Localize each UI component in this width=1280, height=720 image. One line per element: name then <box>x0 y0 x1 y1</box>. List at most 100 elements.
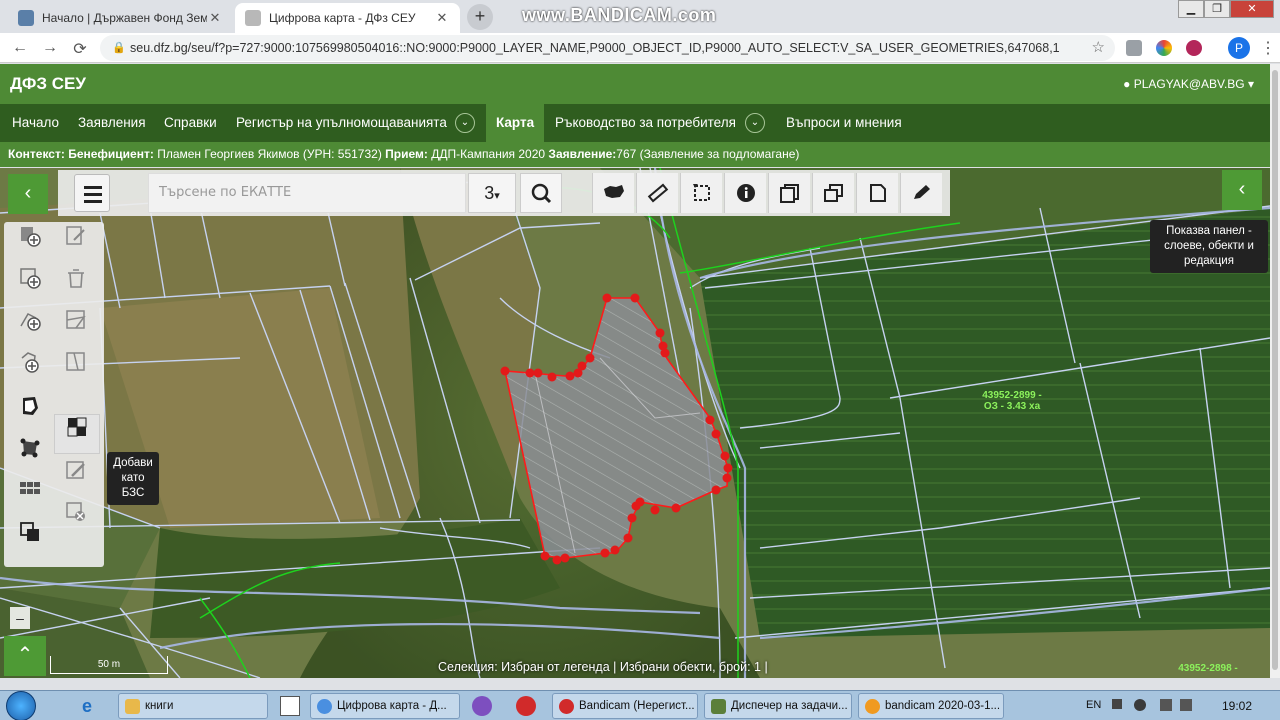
rotate-icon <box>692 184 710 201</box>
tray-arrow-icon[interactable] <box>1112 699 1122 709</box>
taskbar-item-bandicam-file[interactable]: bandicam 2020-03-1... <box>858 693 1004 719</box>
add-as-bzs-button[interactable] <box>56 458 96 494</box>
lock-icon: 🔒 <box>112 42 126 54</box>
layers-info-button[interactable] <box>768 173 810 213</box>
reload-button[interactable]: ⟳ <box>70 39 90 59</box>
back-button[interactable]: ← <box>10 39 30 57</box>
maximize-button[interactable]: ❐ <box>1204 0 1230 18</box>
info-button[interactable] <box>724 173 766 213</box>
tab-digital-map[interactable]: Цифрова карта - ДФз СЕУ ✕ <box>235 3 460 33</box>
bulgaria-map-button[interactable] <box>592 173 634 213</box>
split-button[interactable] <box>56 308 96 344</box>
address-bar[interactable]: 🔒 seu.dfz.bg/seu/f?p=727:9000:1075699805… <box>100 35 1115 61</box>
grid-button[interactable] <box>10 478 50 514</box>
add-hole-button[interactable] <box>10 350 50 386</box>
zoom-level-select[interactable]: 3▾ <box>468 173 516 213</box>
nav-item-questions[interactable]: Въпроси и мнения <box>776 104 912 142</box>
grid-icon <box>20 482 40 494</box>
overlap-button[interactable] <box>10 520 50 556</box>
nav-item-map[interactable]: Карта <box>486 104 544 142</box>
signal-icon[interactable] <box>1180 699 1192 711</box>
scroll-up-button[interactable]: ⌃ <box>4 636 46 676</box>
tab-home[interactable]: Начало | Държавен Фонд Земе ✕ <box>8 3 233 33</box>
pencil-icon <box>913 185 930 199</box>
shape-outline-icon <box>23 397 38 415</box>
edit-pencil-icon <box>66 226 85 245</box>
chevron-down-icon[interactable]: ⌄ <box>745 113 765 133</box>
forward-button[interactable]: → <box>40 39 60 57</box>
add-layer-icon <box>21 227 41 247</box>
network-icon[interactable] <box>1160 699 1172 711</box>
bandicam-watermark: www.BANDICAM.com <box>522 5 717 25</box>
edit-attributes-button[interactable] <box>56 224 96 260</box>
rotate-button[interactable] <box>680 173 722 213</box>
page-scrollbar[interactable] <box>1270 64 1280 678</box>
collapse-left-panel-button[interactable]: ‹ <box>8 174 48 214</box>
app-header: ДФЗ СЕУ ● PLAGYAK@ABV.BG ▾ <box>0 64 1270 104</box>
internet-explorer-icon[interactable]: e <box>82 696 102 716</box>
scrollbar-thumb[interactable] <box>1272 70 1278 670</box>
taskbar-item-books[interactable]: книги <box>118 693 268 719</box>
browser-menu-icon[interactable]: ⋮ <box>1260 38 1276 58</box>
satellite-map[interactable] <box>0 168 1270 678</box>
remove-bzs-button[interactable] <box>56 500 96 536</box>
brand-logo-text[interactable]: ДФЗ СЕУ <box>10 74 86 94</box>
taskbar-item-task-manager[interactable]: Диспечер на задачи... <box>704 693 852 719</box>
parcel-detail: ОЗ - 3.43 ха <box>983 401 1041 412</box>
tab-close-icon[interactable]: ✕ <box>207 10 223 26</box>
extension-icon[interactable] <box>1186 40 1202 56</box>
zoom-level-value: 3 <box>484 183 495 203</box>
close-window-button[interactable]: ✕ <box>1230 0 1274 18</box>
extension-icon[interactable] <box>1126 40 1142 56</box>
nav-item-authorizations[interactable]: Регистър на упълномощаванията <box>226 104 457 142</box>
map-toolbar: Търсене по ЕКАТТЕ 3▾ <box>58 170 950 216</box>
add-layer-button[interactable] <box>10 224 50 260</box>
dropbox-icon[interactable] <box>1134 699 1146 711</box>
zoom-out-button[interactable]: – <box>10 607 30 629</box>
delete-button[interactable] <box>56 266 96 302</box>
new-tab-button[interactable]: + <box>467 4 493 30</box>
map-canvas[interactable] <box>0 168 1270 678</box>
beneficiary-value: Пламен Георгиев Якимов (УРН: 551732) <box>157 147 382 161</box>
extension-icon[interactable] <box>1156 40 1172 56</box>
profile-avatar[interactable]: P <box>1228 37 1250 59</box>
show-panel-button[interactable]: ‹ <box>1222 170 1262 210</box>
user-menu[interactable]: ● PLAGYAK@ABV.BG ▾ <box>1123 77 1254 91</box>
ekatte-search-input[interactable]: Търсене по ЕКАТТЕ <box>148 173 466 213</box>
nav-item-applications[interactable]: Заявления <box>68 104 156 142</box>
clock[interactable]: 19:02 <box>1222 699 1252 713</box>
start-button[interactable] <box>6 691 46 720</box>
move-vertices-button[interactable] <box>10 436 50 472</box>
add-vertex-button[interactable] <box>10 308 50 344</box>
nav-item-user-guide[interactable]: Ръководство за потребителя <box>545 104 746 142</box>
viber-icon[interactable] <box>472 696 492 716</box>
measure-button[interactable] <box>636 173 678 213</box>
browser-tab-strip: Начало | Държавен Фонд Земе ✕ Цифрова ка… <box>0 0 1280 33</box>
copy-objects-button[interactable] <box>812 173 854 213</box>
union-button[interactable] <box>54 414 100 454</box>
browser-toolbar: ← → ⟳ 🔒 seu.dfz.bg/seu/f?p=727:9000:1075… <box>0 33 1280 63</box>
chevron-left-icon: ‹ <box>24 182 32 204</box>
drawing-toolbar <box>4 222 104 567</box>
nav-item-home[interactable]: Начало <box>2 104 69 142</box>
nav-item-reports[interactable]: Справки <box>154 104 227 142</box>
add-polygon-button[interactable] <box>10 266 50 302</box>
taskbar-item-chrome[interactable]: Цифрова карта - Д... <box>310 693 460 719</box>
search-button[interactable] <box>520 173 562 213</box>
bookmark-star-icon[interactable]: ☆ <box>1092 35 1105 61</box>
hamburger-menu-button[interactable] <box>74 174 110 212</box>
draw-shape-button[interactable] <box>10 394 50 430</box>
context-bar: Контекст: Бенефициент: Пламен Георгиев Я… <box>0 142 1270 167</box>
tab-close-icon[interactable]: ✕ <box>434 10 450 26</box>
calculator-icon[interactable] <box>280 696 300 716</box>
taskbar-item-bandicam[interactable]: Bandicam (Нерегист... <box>552 693 698 719</box>
minimize-button[interactable]: ▁ <box>1178 0 1204 18</box>
print-button[interactable] <box>856 173 898 213</box>
language-indicator[interactable]: EN <box>1086 699 1101 711</box>
bandicam-icon <box>559 699 574 714</box>
chevron-down-icon[interactable]: ⌄ <box>455 113 475 133</box>
opera-icon[interactable] <box>516 696 536 716</box>
add-vertex-icon <box>20 313 41 331</box>
edit-button[interactable] <box>900 173 942 213</box>
cut-button[interactable] <box>56 350 96 386</box>
